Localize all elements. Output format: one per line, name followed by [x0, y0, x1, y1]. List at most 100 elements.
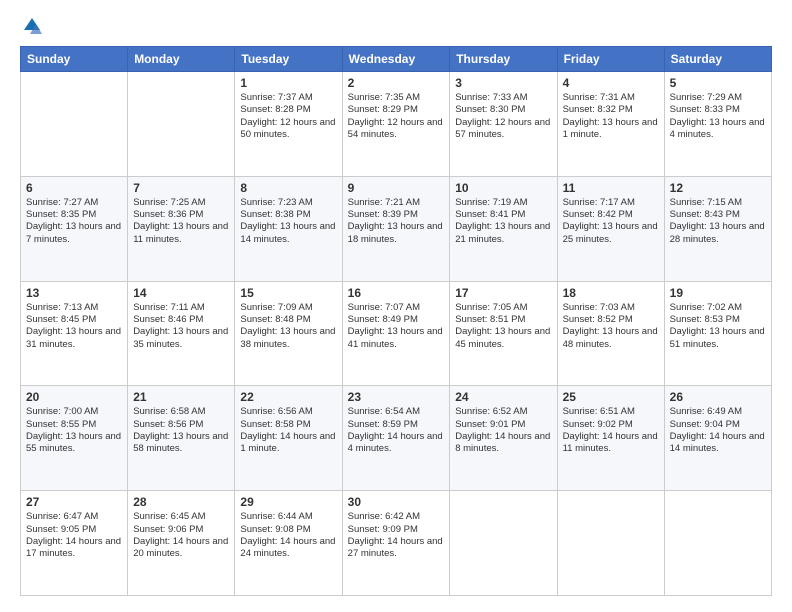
calendar-cell: 5 Sunrise: 7:29 AM Sunset: 8:33 PM Daylig…: [664, 72, 771, 177]
calendar-cell: 27 Sunrise: 6:47 AM Sunset: 9:05 PM Dayli…: [21, 491, 128, 596]
day-info: Sunrise: 7:23 AM Sunset: 8:38 PM Dayligh…: [240, 197, 336, 246]
header: [20, 16, 772, 36]
day-number: 4: [563, 76, 659, 90]
header-day-wednesday: Wednesday: [342, 47, 450, 72]
day-number: 28: [133, 495, 229, 509]
day-info: Sunrise: 7:21 AM Sunset: 8:39 PM Dayligh…: [348, 197, 445, 246]
day-info: Sunrise: 6:49 AM Sunset: 9:04 PM Dayligh…: [670, 406, 766, 455]
day-number: 27: [26, 495, 122, 509]
calendar-cell: [128, 72, 235, 177]
day-info: Sunrise: 7:25 AM Sunset: 8:36 PM Dayligh…: [133, 197, 229, 246]
day-number: 23: [348, 390, 445, 404]
day-info: Sunrise: 6:54 AM Sunset: 8:59 PM Dayligh…: [348, 406, 445, 455]
day-info: Sunrise: 7:05 AM Sunset: 8:51 PM Dayligh…: [455, 302, 551, 351]
calendar-week-1: 6 Sunrise: 7:27 AM Sunset: 8:35 PM Daylig…: [21, 176, 772, 281]
calendar-cell: 2Sunrise: 7:35 AM Sunset: 8:29 PM Daylig…: [342, 72, 450, 177]
calendar-cell: 4 Sunrise: 7:31 AM Sunset: 8:32 PM Daylig…: [557, 72, 664, 177]
day-number: 26: [670, 390, 766, 404]
calendar-cell: 29 Sunrise: 6:44 AM Sunset: 9:08 PM Dayli…: [235, 491, 342, 596]
day-number: 20: [26, 390, 122, 404]
calendar-cell: 8 Sunrise: 7:23 AM Sunset: 8:38 PM Daylig…: [235, 176, 342, 281]
day-number: 17: [455, 286, 551, 300]
header-day-sunday: Sunday: [21, 47, 128, 72]
day-info: Sunrise: 7:31 AM Sunset: 8:32 PM Dayligh…: [563, 92, 659, 141]
calendar-cell: [450, 491, 557, 596]
header-day-saturday: Saturday: [664, 47, 771, 72]
calendar-cell: 25 Sunrise: 6:51 AM Sunset: 9:02 PM Dayli…: [557, 386, 664, 491]
calendar-cell: 24 Sunrise: 6:52 AM Sunset: 9:01 PM Dayli…: [450, 386, 557, 491]
calendar-cell: 1 Sunrise: 7:37 AM Sunset: 8:28 PM Daylig…: [235, 72, 342, 177]
calendar-cell: 6 Sunrise: 7:27 AM Sunset: 8:35 PM Daylig…: [21, 176, 128, 281]
page: SundayMondayTuesdayWednesdayThursdayFrid…: [0, 0, 792, 612]
calendar-cell: 30 Sunrise: 6:42 AM Sunset: 9:09 PM Dayli…: [342, 491, 450, 596]
day-number: 22: [240, 390, 336, 404]
header-day-monday: Monday: [128, 47, 235, 72]
day-number: 25: [563, 390, 659, 404]
calendar-week-4: 27 Sunrise: 6:47 AM Sunset: 9:05 PM Dayli…: [21, 491, 772, 596]
day-info: Sunrise: 7:37 AM Sunset: 8:28 PM Dayligh…: [240, 92, 336, 141]
day-number: 14: [133, 286, 229, 300]
day-info: Sunrise: 7:07 AM Sunset: 8:49 PM Dayligh…: [348, 302, 445, 351]
calendar-cell: 15 Sunrise: 7:09 AM Sunset: 8:48 PM Dayli…: [235, 281, 342, 386]
day-number: 8: [240, 181, 336, 195]
calendar-cell: 12Sunrise: 7:15 AM Sunset: 8:43 PM Dayli…: [664, 176, 771, 281]
header-day-friday: Friday: [557, 47, 664, 72]
calendar-cell: 3Sunrise: 7:33 AM Sunset: 8:30 PM Daylig…: [450, 72, 557, 177]
calendar-cell: 28 Sunrise: 6:45 AM Sunset: 9:06 PM Dayli…: [128, 491, 235, 596]
day-info: Sunrise: 7:17 AM Sunset: 8:42 PM Dayligh…: [563, 197, 659, 246]
day-number: 2: [348, 76, 445, 90]
day-number: 15: [240, 286, 336, 300]
day-number: 5: [670, 76, 766, 90]
logo: [20, 16, 42, 36]
calendar-cell: [664, 491, 771, 596]
calendar-cell: 21 Sunrise: 6:58 AM Sunset: 8:56 PM Dayli…: [128, 386, 235, 491]
day-number: 13: [26, 286, 122, 300]
calendar-cell: [557, 491, 664, 596]
day-info: Sunrise: 7:00 AM Sunset: 8:55 PM Dayligh…: [26, 406, 122, 455]
day-number: 29: [240, 495, 336, 509]
calendar-cell: 14 Sunrise: 7:11 AM Sunset: 8:46 PM Dayli…: [128, 281, 235, 386]
calendar-week-2: 13 Sunrise: 7:13 AM Sunset: 8:45 PM Dayli…: [21, 281, 772, 386]
calendar-cell: 10 Sunrise: 7:19 AM Sunset: 8:41 PM Dayli…: [450, 176, 557, 281]
day-info: Sunrise: 7:03 AM Sunset: 8:52 PM Dayligh…: [563, 302, 659, 351]
calendar-cell: 9 Sunrise: 7:21 AM Sunset: 8:39 PM Daylig…: [342, 176, 450, 281]
calendar-cell: 13 Sunrise: 7:13 AM Sunset: 8:45 PM Dayli…: [21, 281, 128, 386]
day-number: 21: [133, 390, 229, 404]
calendar-cell: 16Sunrise: 7:07 AM Sunset: 8:49 PM Dayli…: [342, 281, 450, 386]
calendar-week-0: 1 Sunrise: 7:37 AM Sunset: 8:28 PM Daylig…: [21, 72, 772, 177]
day-info: Sunrise: 6:47 AM Sunset: 9:05 PM Dayligh…: [26, 511, 122, 560]
day-info: Sunrise: 6:44 AM Sunset: 9:08 PM Dayligh…: [240, 511, 336, 560]
calendar-cell: 26 Sunrise: 6:49 AM Sunset: 9:04 PM Dayli…: [664, 386, 771, 491]
calendar-cell: 20 Sunrise: 7:00 AM Sunset: 8:55 PM Dayli…: [21, 386, 128, 491]
day-number: 7: [133, 181, 229, 195]
calendar-cell: [21, 72, 128, 177]
calendar-cell: 19 Sunrise: 7:02 AM Sunset: 8:53 PM Dayli…: [664, 281, 771, 386]
day-number: 10: [455, 181, 551, 195]
day-info: Sunrise: 7:02 AM Sunset: 8:53 PM Dayligh…: [670, 302, 766, 351]
day-info: Sunrise: 6:51 AM Sunset: 9:02 PM Dayligh…: [563, 406, 659, 455]
calendar-cell: 7 Sunrise: 7:25 AM Sunset: 8:36 PM Daylig…: [128, 176, 235, 281]
day-info: Sunrise: 7:11 AM Sunset: 8:46 PM Dayligh…: [133, 302, 229, 351]
day-number: 30: [348, 495, 445, 509]
day-number: 1: [240, 76, 336, 90]
day-number: 24: [455, 390, 551, 404]
day-info: Sunrise: 6:42 AM Sunset: 9:09 PM Dayligh…: [348, 511, 445, 560]
day-info: Sunrise: 6:45 AM Sunset: 9:06 PM Dayligh…: [133, 511, 229, 560]
day-number: 6: [26, 181, 122, 195]
day-number: 9: [348, 181, 445, 195]
calendar-cell: 23 Sunrise: 6:54 AM Sunset: 8:59 PM Dayli…: [342, 386, 450, 491]
day-info: Sunrise: 6:58 AM Sunset: 8:56 PM Dayligh…: [133, 406, 229, 455]
logo-icon: [22, 16, 42, 36]
header-day-tuesday: Tuesday: [235, 47, 342, 72]
calendar-cell: 11Sunrise: 7:17 AM Sunset: 8:42 PM Dayli…: [557, 176, 664, 281]
calendar-cell: 18Sunrise: 7:03 AM Sunset: 8:52 PM Dayli…: [557, 281, 664, 386]
day-info: Sunrise: 7:29 AM Sunset: 8:33 PM Dayligh…: [670, 92, 766, 141]
day-number: 12: [670, 181, 766, 195]
day-info: Sunrise: 7:09 AM Sunset: 8:48 PM Dayligh…: [240, 302, 336, 351]
day-info: Sunrise: 6:52 AM Sunset: 9:01 PM Dayligh…: [455, 406, 551, 455]
day-info: Sunrise: 7:13 AM Sunset: 8:45 PM Dayligh…: [26, 302, 122, 351]
calendar-header-row: SundayMondayTuesdayWednesdayThursdayFrid…: [21, 47, 772, 72]
day-info: Sunrise: 7:27 AM Sunset: 8:35 PM Dayligh…: [26, 197, 122, 246]
day-info: Sunrise: 7:19 AM Sunset: 8:41 PM Dayligh…: [455, 197, 551, 246]
day-number: 19: [670, 286, 766, 300]
